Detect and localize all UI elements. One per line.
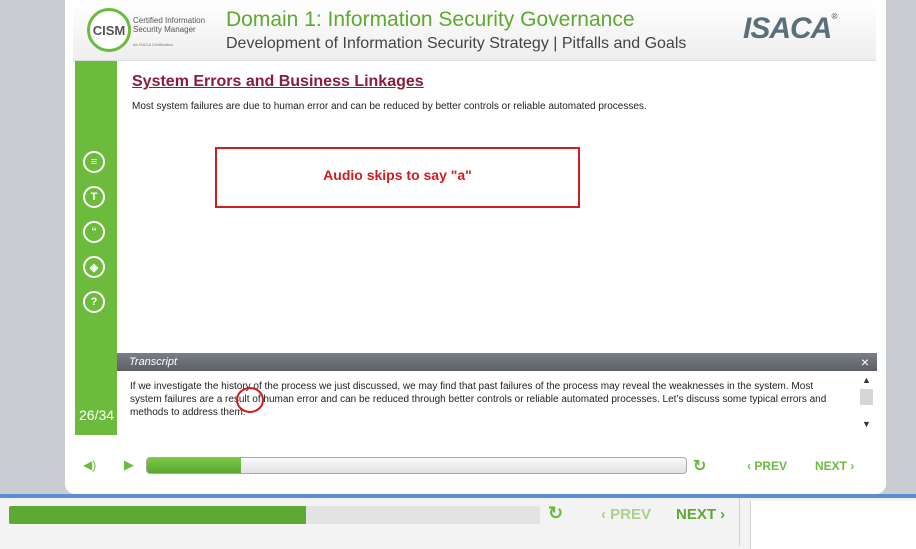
bottom-divider	[739, 498, 740, 546]
slide-counter: 26/34	[79, 407, 115, 423]
annotation-circle-marker	[236, 387, 264, 413]
slide-title: System Errors and Business Linkages	[132, 73, 424, 90]
transcript-scrollbar[interactable]: ▲ ▼	[860, 375, 873, 431]
quote-icon[interactable]: “	[83, 221, 105, 243]
next-button[interactable]: NEXT ›	[815, 459, 854, 473]
isaca-registered-mark: ®	[831, 12, 837, 21]
bottom-progress-bar[interactable]	[9, 506, 540, 524]
cism-logo-line2: Security Manager	[133, 25, 196, 34]
slide-body-text: Most system failures are due to human er…	[132, 101, 647, 112]
isaca-logo: ISACA®	[743, 12, 837, 46]
annotation-box: Audio skips to say "a"	[215, 147, 580, 208]
help-icon[interactable]: ?	[83, 291, 105, 313]
progress-bar[interactable]	[146, 457, 687, 474]
isaca-logo-text: ISACA	[743, 12, 832, 45]
cism-logo-small: An ISACA Certification	[133, 42, 174, 47]
play-icon[interactable]: ▶	[124, 457, 134, 473]
section-subtitle: Development of Information Security Stra…	[226, 35, 687, 52]
progress-fill	[147, 458, 242, 473]
scroll-thumb[interactable]	[860, 389, 873, 405]
text-icon[interactable]: T	[83, 186, 105, 208]
transcript-panel: If we investigate the history of the pro…	[117, 371, 877, 435]
cism-logo: CISM	[87, 8, 131, 52]
transcript-header: Transcript ×	[117, 353, 877, 371]
bottom-replay-icon[interactable]: ↻	[548, 503, 563, 524]
domain-title: Domain 1: Information Security Governanc…	[226, 8, 635, 31]
notes-icon[interactable]: ≡	[83, 151, 105, 173]
bottom-blank-panel	[750, 501, 916, 549]
cism-logo-text: Certified Information Security Manager	[133, 16, 205, 34]
prev-button[interactable]: ‹ PREV	[747, 459, 787, 473]
bottom-next-button[interactable]: NEXT ›	[676, 506, 725, 523]
replay-icon[interactable]: ↻	[693, 456, 706, 476]
bottom-progress-fill	[9, 506, 307, 524]
cism-logo-line1: Certified Information	[133, 16, 206, 25]
volume-icon[interactable]: ◀)	[83, 458, 96, 472]
player-controls: ◀) ▶ ↻ ‹ PREV NEXT ›	[75, 450, 876, 480]
course-header: CISM Certified Information Security Mana…	[73, 0, 876, 61]
annotation-text: Audio skips to say "a"	[323, 166, 472, 183]
close-icon[interactable]: ×	[861, 354, 869, 370]
scroll-up-icon[interactable]: ▲	[860, 375, 873, 387]
scroll-down-icon[interactable]: ▼	[860, 419, 873, 431]
sidebar: ≡ T “ ◈ ? 26/34	[75, 61, 117, 435]
layers-icon[interactable]: ◈	[83, 256, 105, 278]
transcript-label: Transcript	[129, 356, 178, 368]
bottom-player-bar: ↻ ‹ PREV NEXT ›	[0, 494, 916, 549]
bottom-prev-button[interactable]: ‹ PREV	[601, 506, 651, 523]
